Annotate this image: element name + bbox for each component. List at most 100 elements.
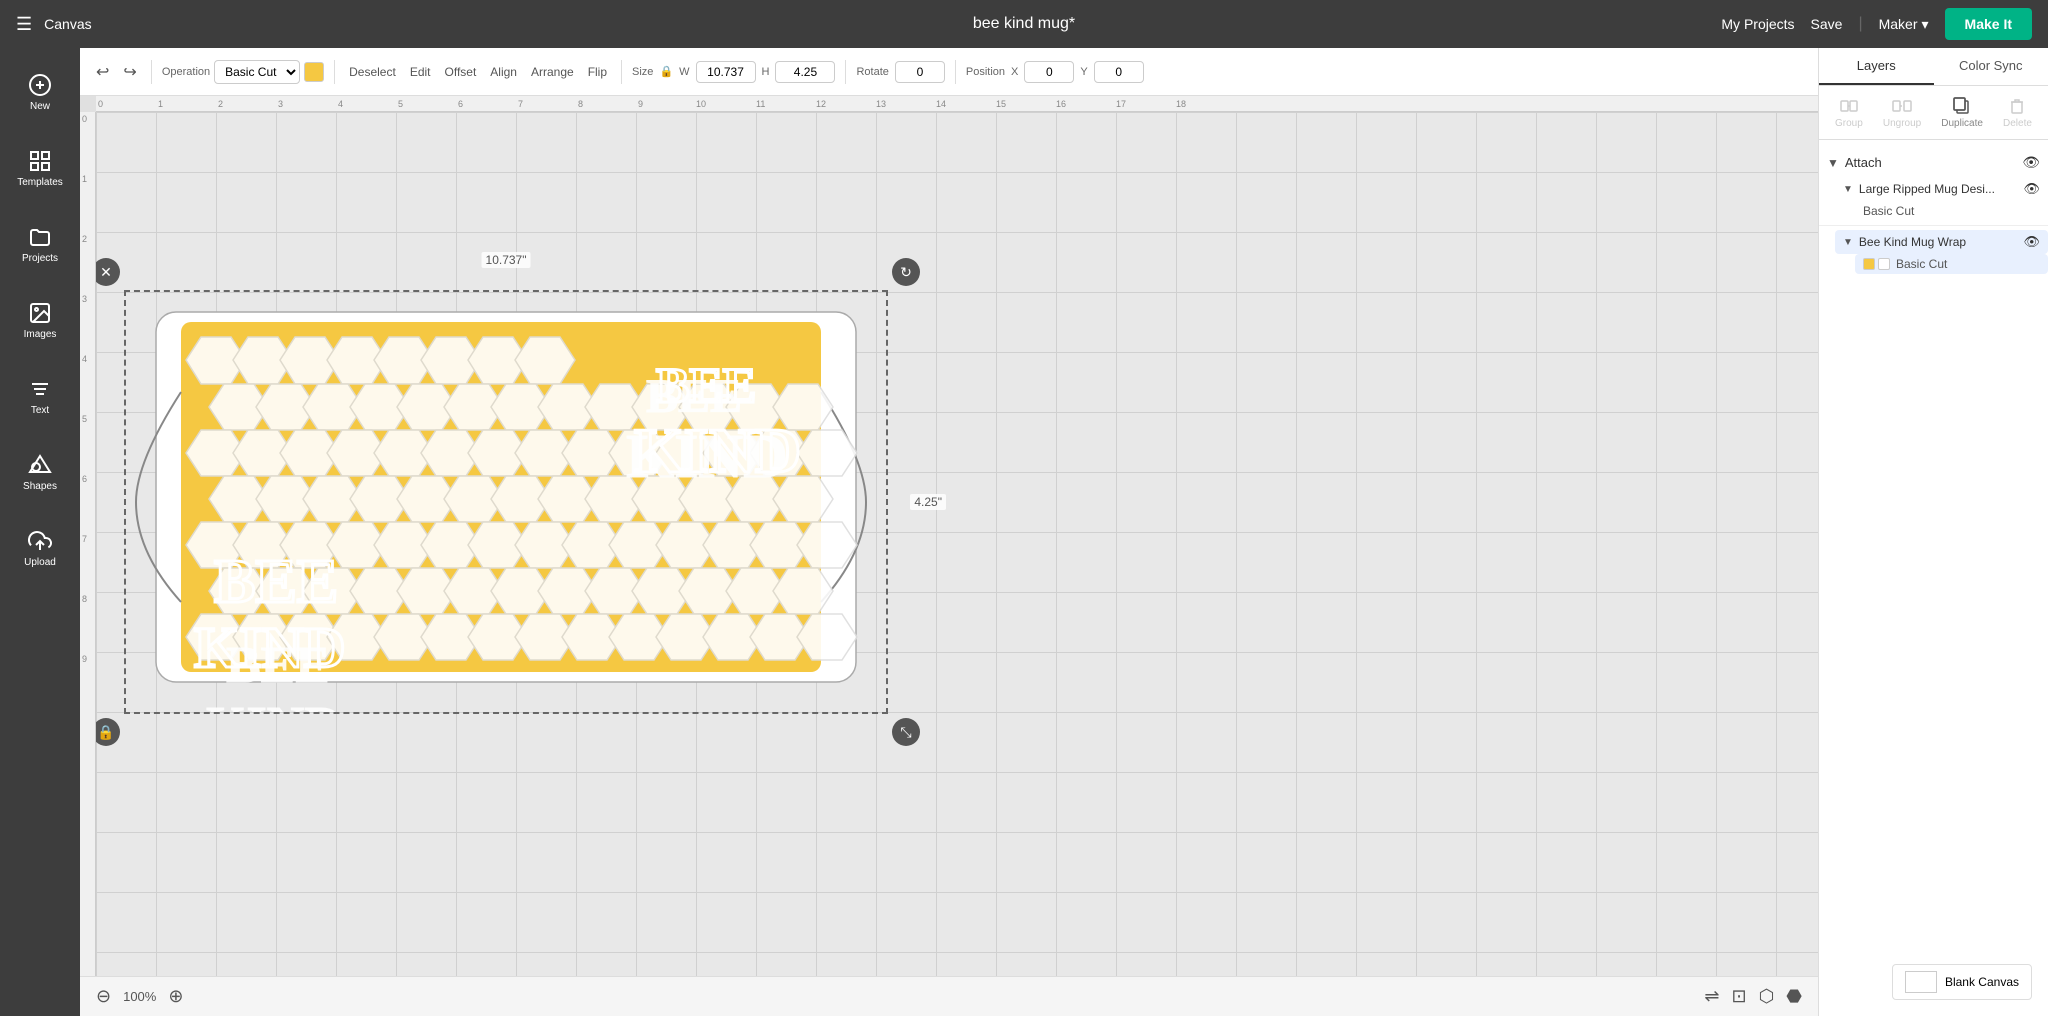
offset-button[interactable]: Offset [441, 63, 481, 81]
maker-button[interactable]: Maker ▾ [1879, 16, 1929, 33]
handle-top-right[interactable]: ↻ [892, 258, 920, 286]
flip-button[interactable]: Flip [584, 63, 611, 81]
zoom-out-button[interactable]: ⊖ [96, 986, 111, 1007]
blank-canvas-button[interactable]: Blank Canvas [1892, 964, 2032, 1000]
blank-canvas-label: Blank Canvas [1945, 975, 2019, 989]
sidebar-images-label: Images [24, 329, 57, 340]
canvas-label: Canvas [44, 16, 91, 32]
color-swatch-white [1878, 258, 1890, 270]
sidebar-item-text[interactable]: Text [4, 360, 76, 432]
edit-button[interactable]: Edit [406, 63, 435, 81]
arrange-button[interactable]: Arrange [527, 63, 578, 81]
footer-icon-3[interactable]: ⬡ [1759, 986, 1775, 1007]
basic-cut-row-1[interactable]: Basic Cut [1855, 201, 2048, 221]
design-wrapper[interactable]: 10.737" 4.25" ✕ ↻ 🔒 ⤡ [126, 292, 886, 712]
bee-kind-row[interactable]: ▼ Bee Kind Mug Wrap 👁 [1835, 230, 2048, 254]
ungroup-action[interactable]: Ungroup [1875, 92, 1929, 133]
toolbar: ↩ ↪ Operation Basic Cut Deselect Edit Of… [80, 48, 1818, 96]
vertical-ruler: 0 1 2 3 4 5 6 7 8 9 [80, 112, 96, 976]
footer-icon-2[interactable]: ⊡ [1731, 986, 1746, 1007]
handle-bottom-right[interactable]: ⤡ [892, 718, 920, 746]
operation-label: Operation [162, 66, 210, 78]
rotate-label: Rotate [856, 66, 888, 78]
sidebar-text-label: Text [31, 405, 49, 416]
layers-panel: Layers Color Sync Group Ungroup Duplicat… [1818, 48, 2048, 1016]
attach-eye-icon[interactable]: 👁 [2022, 154, 2040, 171]
sidebar-templates-label: Templates [17, 177, 63, 188]
svg-text:BEE: BEE [214, 548, 338, 616]
basic-cut-row-2[interactable]: Basic Cut [1855, 254, 2048, 274]
duplicate-action[interactable]: Duplicate [1933, 92, 1991, 133]
bee-kind-eye-icon[interactable]: 👁 [2023, 234, 2040, 250]
group-action[interactable]: Group [1827, 92, 1871, 133]
project-title: bee kind mug* [973, 15, 1075, 33]
ungroup-label: Ungroup [1883, 118, 1921, 129]
width-input[interactable] [696, 61, 756, 83]
toolbar-sep5 [955, 60, 956, 84]
footer-icon-1[interactable]: ⇌ [1704, 986, 1719, 1007]
undo-button[interactable]: ↩ [92, 60, 113, 84]
sidebar-shapes-label: Shapes [23, 481, 57, 492]
save-button[interactable]: Save [1811, 16, 1843, 32]
y-input[interactable] [1094, 61, 1144, 83]
canvas-footer: ⊖ 100% ⊕ ⇌ ⊡ ⬡ ⬣ [80, 976, 1818, 1016]
y-label: Y [1080, 66, 1087, 78]
large-ripped-label: Large Ripped Mug Desi... [1859, 182, 2018, 196]
align-button[interactable]: Align [486, 63, 521, 81]
footer-right-icons: ⇌ ⊡ ⬡ ⬣ [1704, 986, 1802, 1007]
svg-text:KIND: KIND [206, 697, 342, 712]
bee-kind-group: ▼ Bee Kind Mug Wrap 👁 Basic Cut [1819, 230, 2048, 274]
sidebar-new-label: New [30, 101, 50, 112]
svg-text:KIND: KIND [634, 415, 801, 486]
duplicate-label: Duplicate [1941, 118, 1983, 129]
layers-tree: ▼ Attach 👁 ▼ Large Ripped Mug Desi... 👁 … [1819, 140, 2048, 1016]
zoom-in-button[interactable]: ⊕ [168, 986, 183, 1007]
delete-action[interactable]: Delete [1995, 92, 2040, 133]
deselect-button[interactable]: Deselect [345, 63, 400, 81]
sidebar-item-images[interactable]: Images [4, 284, 76, 356]
sidebar-item-upload[interactable]: Upload [4, 512, 76, 584]
header: ☰ Canvas bee kind mug* My Projects Save … [0, 0, 2048, 48]
sidebar-item-templates[interactable]: Templates [4, 132, 76, 204]
attach-row[interactable]: ▼ Attach 👁 [1819, 148, 2048, 177]
operation-select[interactable]: Basic Cut [214, 60, 300, 84]
my-projects-button[interactable]: My Projects [1721, 16, 1794, 32]
tab-color-sync[interactable]: Color Sync [1934, 48, 2048, 85]
sidebar-upload-label: Upload [24, 557, 56, 568]
x-label: X [1011, 66, 1018, 78]
canvas-area[interactable]: 0 1 2 3 4 5 6 7 8 9 10 11 12 13 14 15 16… [80, 96, 1818, 976]
large-ripped-eye-icon[interactable]: 👁 [2023, 181, 2040, 197]
sidebar-item-new[interactable]: New [4, 56, 76, 128]
delete-label: Delete [2003, 118, 2032, 129]
x-input[interactable] [1024, 61, 1074, 83]
layer-divider [1819, 225, 2048, 226]
large-ripped-row[interactable]: ▼ Large Ripped Mug Desi... 👁 [1835, 177, 2048, 201]
menu-icon[interactable]: ☰ [16, 14, 32, 35]
make-it-button[interactable]: Make It [1945, 8, 2032, 40]
toolbar-separator [151, 60, 152, 84]
sidebar-projects-label: Projects [22, 253, 58, 264]
footer-icon-4[interactable]: ⬣ [1786, 986, 1802, 1007]
svg-text:KIND: KIND [194, 615, 345, 680]
toolbar-sep4 [845, 60, 846, 84]
sidebar-item-shapes[interactable]: Shapes [4, 436, 76, 508]
sidebar-item-projects[interactable]: Projects [4, 208, 76, 280]
layers-actions: Group Ungroup Duplicate Delete [1819, 86, 2048, 140]
redo-button[interactable]: ↪ [119, 60, 140, 84]
canvas-content[interactable]: 10.737" 4.25" ✕ ↻ 🔒 ⤡ [96, 112, 1818, 976]
height-input[interactable] [775, 61, 835, 83]
header-divider: | [1858, 15, 1862, 33]
toolbar-sep2 [334, 60, 335, 84]
layers-tabs: Layers Color Sync [1819, 48, 2048, 86]
zoom-level: 100% [123, 989, 156, 1004]
position-label: Position [966, 66, 1005, 78]
basic-cut-label-2: Basic Cut [1896, 257, 1947, 271]
toolbar-sep3 [621, 60, 622, 84]
tab-layers[interactable]: Layers [1819, 48, 1934, 85]
large-ripped-basic-cut: Basic Cut [1835, 201, 2048, 221]
lock-icon: 🔒 [659, 65, 673, 78]
operation-color-swatch[interactable] [304, 62, 324, 82]
rotate-input[interactable] [895, 61, 945, 83]
group-label: Group [1835, 118, 1863, 129]
attach-label: Attach [1845, 155, 2016, 170]
